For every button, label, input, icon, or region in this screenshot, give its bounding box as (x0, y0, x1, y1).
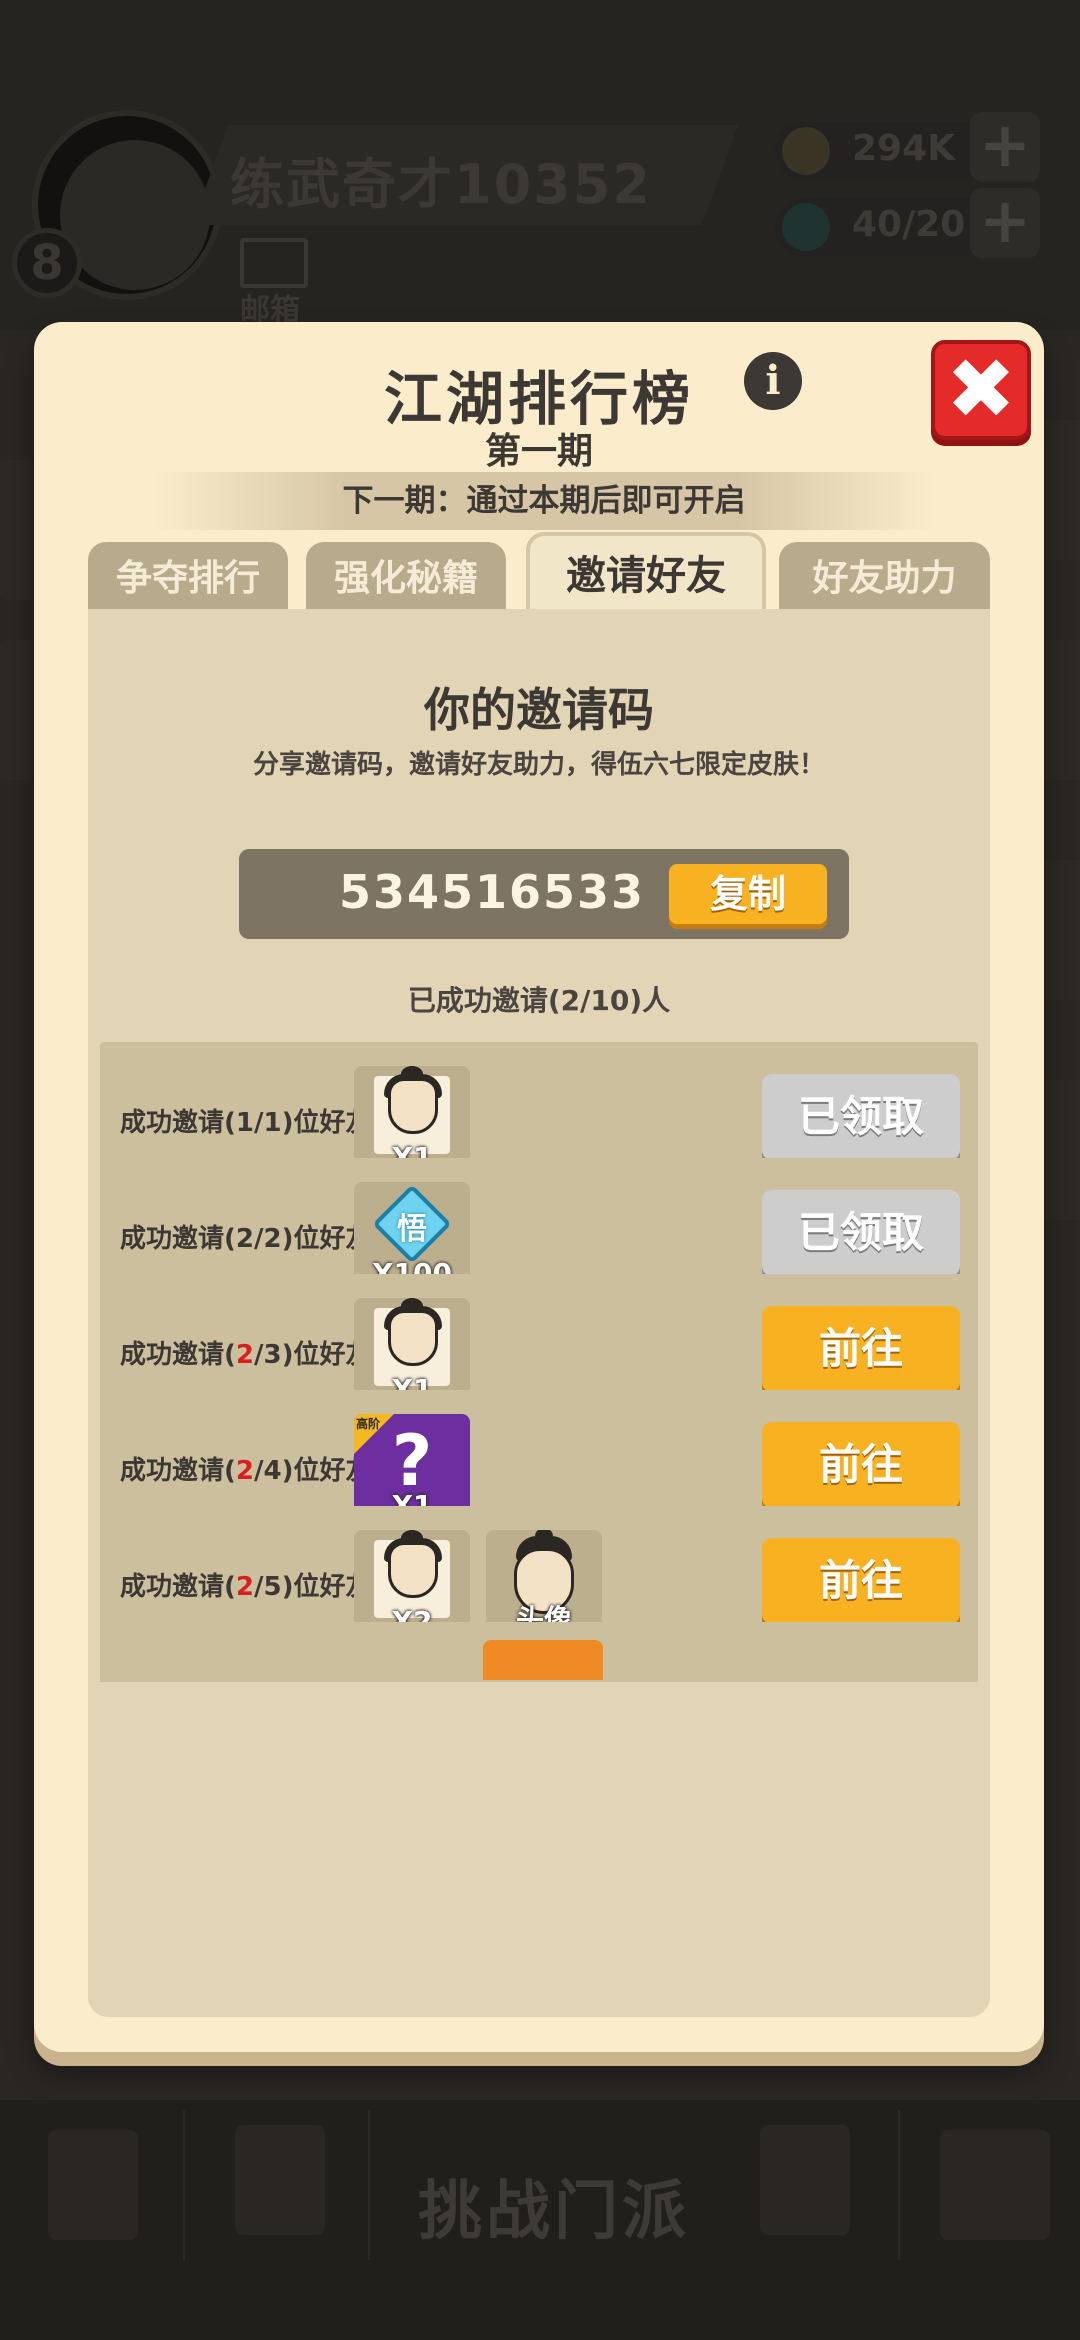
invite-code-box: 534516533 复制 (239, 849, 849, 939)
invited-status: 已成功邀请(2/10)人 (407, 984, 671, 1017)
next-season-notice: 下一期：通过本期后即可开启 (154, 472, 934, 530)
tab-enhance-manual[interactable]: 强化秘籍 (306, 542, 506, 612)
tab-friend-help[interactable]: 好友助力 (779, 542, 990, 612)
gem-label: 悟 (397, 1212, 427, 1247)
reward-row-partial (100, 1622, 978, 1682)
character-icon (388, 1310, 438, 1366)
invite-code-title: 你的邀请码 (424, 683, 654, 737)
tab-invite-friends[interactable]: 邀请好友 (526, 532, 766, 612)
nav-equipment (715, 2110, 900, 2260)
side-menu-item (1040, 860, 1080, 1000)
invite-description: 分享邀请码，邀请好友助力，得伍六七限定皮肤！ (252, 750, 825, 780)
side-menu-item (1040, 420, 1080, 560)
coin-icon (782, 127, 830, 175)
tab-ranking[interactable]: 争夺排行 (88, 542, 288, 612)
nav-cultivate (185, 2110, 370, 2260)
stamina-amount: 40/20 (852, 204, 966, 245)
info-icon[interactable]: i (744, 352, 802, 410)
goto-button[interactable]: 前往 (762, 1306, 960, 1392)
reward-icon-partial (483, 1640, 603, 1680)
ranking-dialog: 江湖排行榜 i ✖ 第一期 下一期：通过本期后即可开启 争夺排行 强化秘籍 邀请… (34, 322, 1044, 2052)
invite-code: 534516533 (339, 865, 646, 919)
character-icon (388, 1542, 438, 1598)
side-menu-item (1040, 1080, 1080, 1220)
season-label: 第一期 (484, 431, 593, 472)
add-coin-button: + (970, 112, 1040, 182)
player-name: 练武奇才10352 (230, 153, 652, 216)
claimed-button[interactable]: 已领取 (762, 1074, 960, 1160)
cultivate-book-icon (235, 2125, 325, 2235)
coin-amount: 294K (852, 128, 956, 169)
stamina-icon (782, 203, 830, 251)
copy-button[interactable]: 复制 (669, 864, 827, 924)
character-icon (388, 1078, 438, 1134)
collect-house-icon (940, 2130, 1050, 2240)
task-scroll-icon (48, 2130, 138, 2240)
nav-collect (900, 2110, 1080, 2260)
claimed-button[interactable]: 已领取 (762, 1190, 960, 1276)
mail-icon (240, 238, 308, 288)
add-stamina-button: + (970, 188, 1040, 258)
nav-challenge-label: 挑战门派 (418, 2175, 690, 2249)
goto-button[interactable]: 前往 (762, 1538, 960, 1624)
goto-button[interactable]: 前往 (762, 1422, 960, 1508)
nav-task (0, 2110, 185, 2260)
player-level-badge: 8 (12, 228, 82, 298)
side-menu-item (1040, 640, 1080, 780)
helmet-icon (760, 2125, 850, 2235)
invite-panel: 你的邀请码 分享邀请码，邀请好友助力，得伍六七限定皮肤！ 534516533 复… (88, 609, 990, 2017)
player-avatar (60, 140, 210, 290)
